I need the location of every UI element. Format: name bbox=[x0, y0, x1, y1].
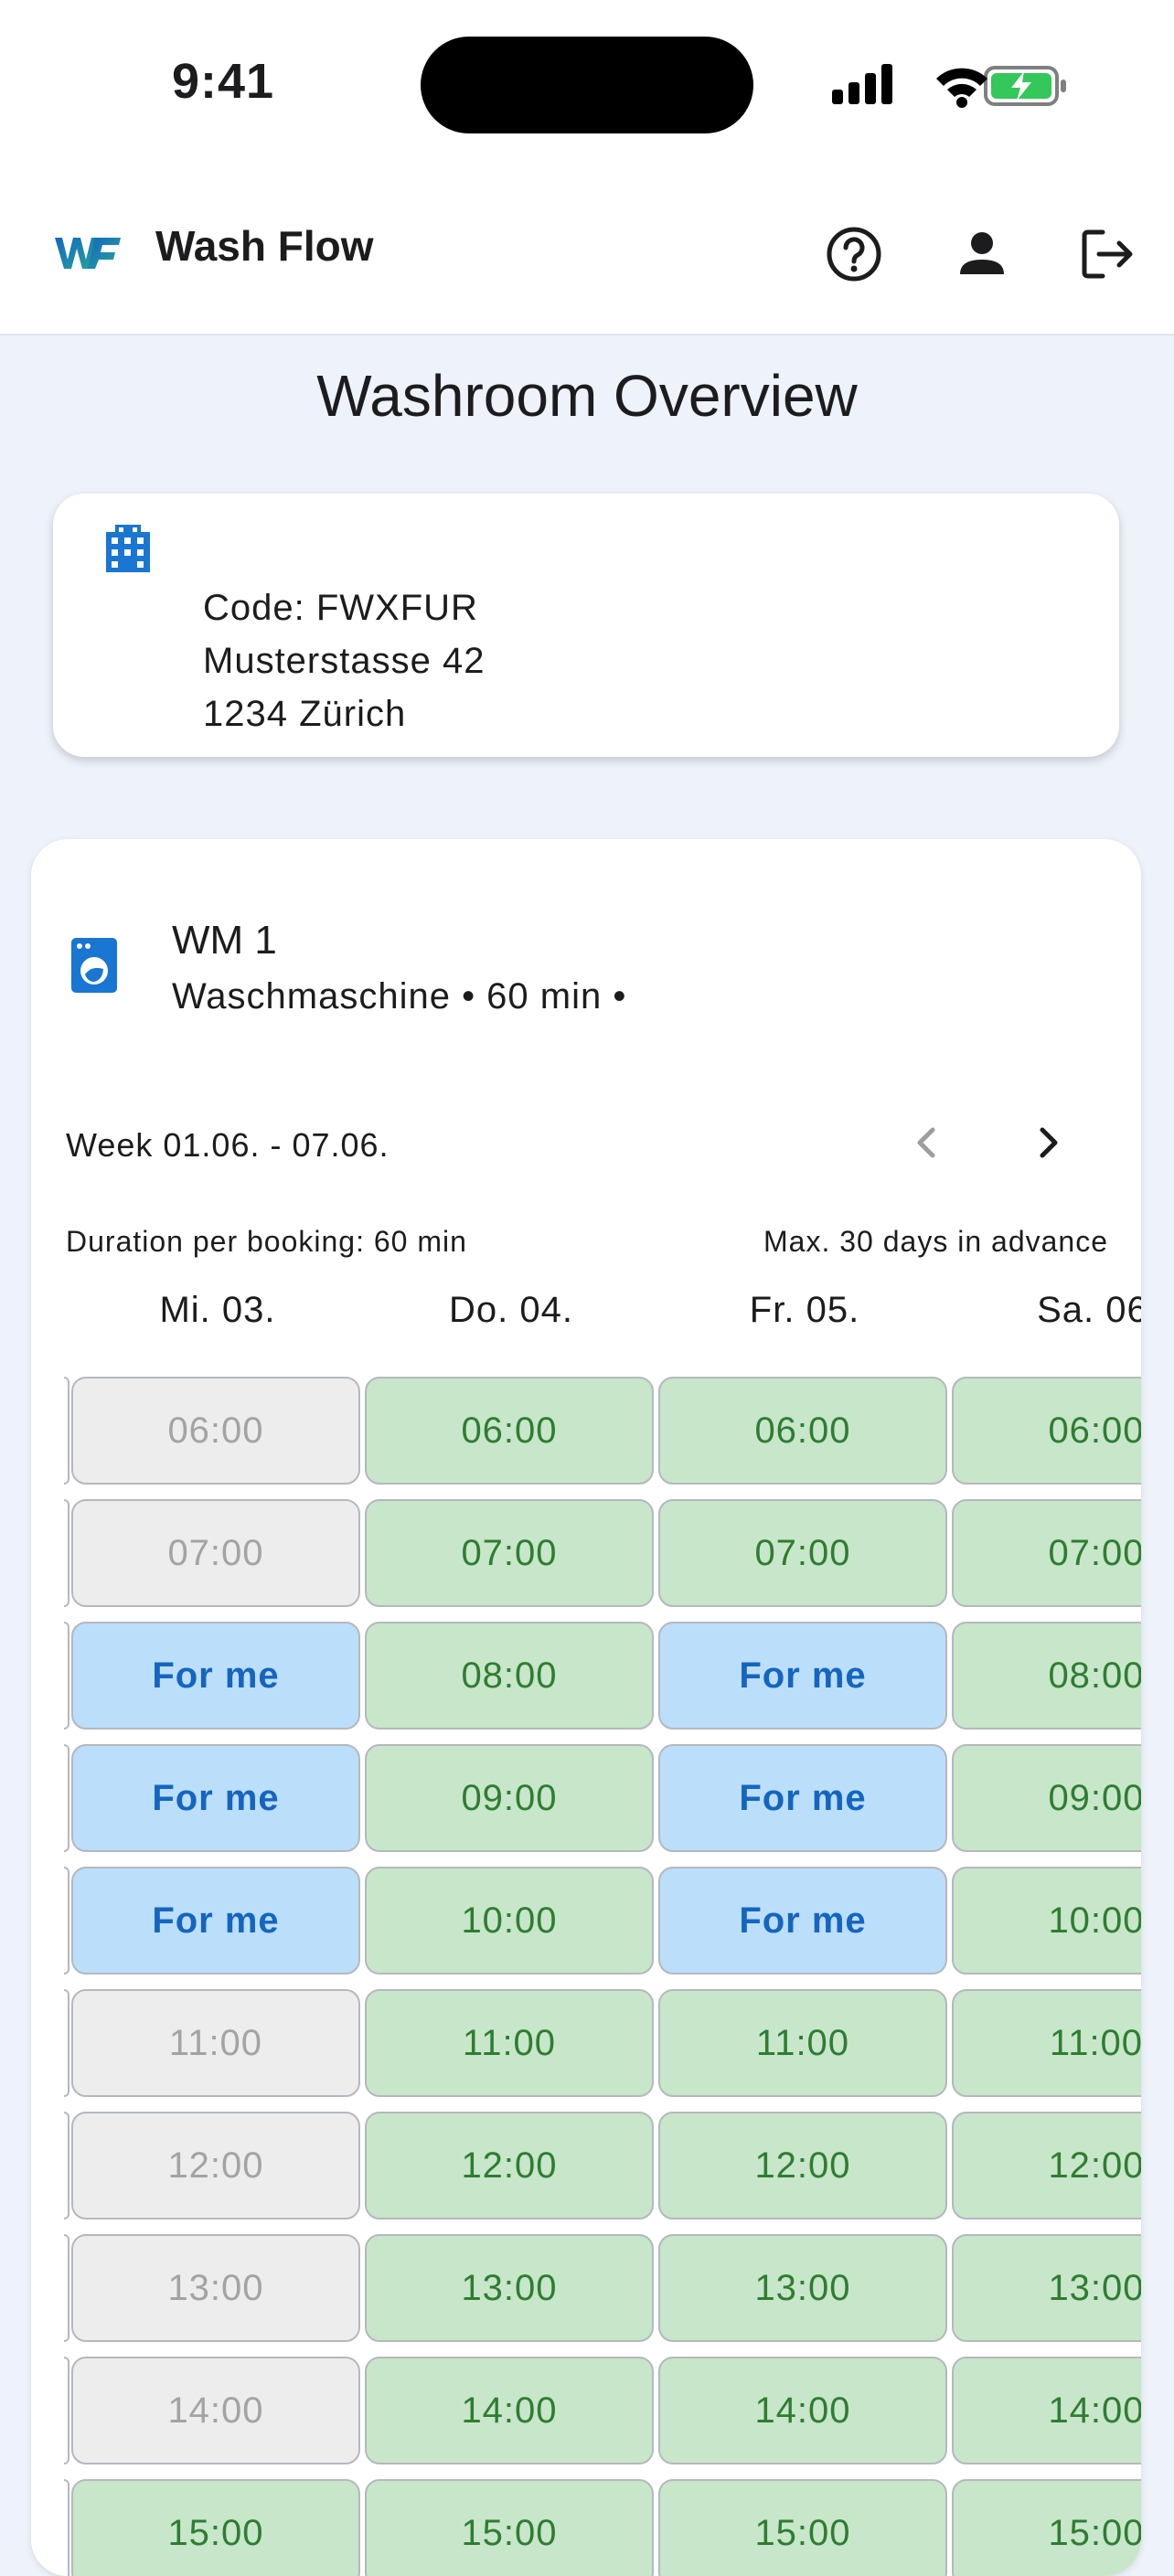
location-code: Code: FWXFUR bbox=[203, 588, 478, 628]
available-slot[interactable]: 11:00 bbox=[658, 1989, 947, 2097]
past-slot: 13:00 bbox=[71, 2234, 360, 2342]
previous-day-slot-edge bbox=[64, 1744, 69, 1852]
previous-day-slot-edge bbox=[64, 2112, 69, 2219]
day-column: Sa. 06. 06:00 07:00 08:00 09:00 10:00 11:00 12:… bbox=[952, 1278, 1141, 2576]
battery-icon bbox=[984, 66, 1066, 106]
available-slot[interactable]: 13:00 bbox=[365, 2234, 654, 2342]
available-slot[interactable]: 12:00 bbox=[365, 2112, 654, 2219]
available-slot[interactable]: 08:00 bbox=[365, 1622, 654, 1730]
available-slot[interactable]: 06:00 bbox=[365, 1377, 654, 1485]
past-slot: 06:00 bbox=[71, 1377, 360, 1485]
advance-note: Max. 30 days in advance bbox=[763, 1225, 1108, 1258]
previous-day-slot-edge bbox=[64, 1622, 69, 1730]
previous-day-slot-edge bbox=[64, 1989, 69, 2097]
status-bar: 9:41 bbox=[0, 0, 1174, 174]
help-circle-icon[interactable] bbox=[821, 221, 887, 287]
available-slot[interactable]: 11:00 bbox=[952, 1989, 1141, 2097]
logout-icon[interactable] bbox=[1075, 221, 1141, 287]
day-column: Mi. 03. 06:00 07:00 For me For me For me 11:00… bbox=[71, 1278, 364, 2576]
available-slot[interactable]: 14:00 bbox=[365, 2357, 654, 2464]
available-slot[interactable]: 06:00 bbox=[952, 1377, 1141, 1485]
past-slot: 12:00 bbox=[71, 2112, 360, 2219]
app-name: Wash Flow bbox=[155, 222, 374, 270]
available-slot[interactable]: 09:00 bbox=[952, 1744, 1141, 1852]
previous-day-slot-edge bbox=[64, 2357, 69, 2464]
available-slot[interactable]: 10:00 bbox=[952, 1867, 1141, 1975]
available-slot[interactable]: 07:00 bbox=[365, 1499, 654, 1607]
available-slot[interactable]: 14:00 bbox=[658, 2357, 947, 2464]
location-city: 1234 Zürich bbox=[203, 694, 407, 734]
available-slot[interactable]: 15:00 bbox=[658, 2479, 947, 2576]
location-card[interactable]: Code: FWXFUR Musterstasse 42 1234 Zürich bbox=[53, 494, 1119, 757]
dynamic-island bbox=[421, 37, 753, 133]
building-icon bbox=[102, 523, 154, 579]
duration-note: Duration per booking: 60 min bbox=[66, 1225, 467, 1258]
machine-card: WM 1 Waschmaschine • 60 min • Week 01.06… bbox=[31, 839, 1141, 2576]
available-slot[interactable]: 14:00 bbox=[952, 2357, 1141, 2464]
available-slot[interactable]: 07:00 bbox=[952, 1499, 1141, 1607]
available-slot[interactable]: 15:00 bbox=[365, 2479, 654, 2576]
my-booking-slot[interactable]: For me bbox=[658, 1867, 947, 1975]
past-slot: 11:00 bbox=[71, 1989, 360, 2097]
washing-machine-icon bbox=[69, 936, 119, 999]
machine-subtitle: Waschmaschine • 60 min • bbox=[172, 976, 627, 1017]
available-slot[interactable]: 15:00 bbox=[71, 2479, 360, 2576]
next-week-button[interactable] bbox=[1019, 1113, 1077, 1172]
my-booking-slot[interactable]: For me bbox=[71, 1622, 360, 1730]
week-label: Week 01.06. - 07.06. bbox=[66, 1126, 390, 1164]
available-slot[interactable]: 10:00 bbox=[365, 1867, 654, 1975]
available-slot[interactable]: 15:00 bbox=[952, 2479, 1141, 2576]
available-slot[interactable]: 13:00 bbox=[952, 2234, 1141, 2342]
status-icons bbox=[830, 62, 1068, 108]
wash-flow-logo[interactable] bbox=[55, 230, 121, 279]
available-slot[interactable]: 12:00 bbox=[952, 2112, 1141, 2219]
machine-name: WM 1 bbox=[172, 918, 277, 963]
available-slot[interactable]: 13:00 bbox=[658, 2234, 947, 2342]
day-header: Sa. 06. bbox=[1037, 1290, 1141, 1330]
wifi-icon bbox=[936, 68, 987, 108]
past-slot: 14:00 bbox=[71, 2357, 360, 2464]
app-bar: Wash Flow bbox=[0, 174, 1174, 335]
chevron-right-icon bbox=[1040, 1127, 1058, 1158]
previous-day-slot-edge bbox=[64, 2234, 69, 2342]
available-slot[interactable]: 06:00 bbox=[658, 1377, 947, 1485]
day-column: Do. 04. 06:00 07:00 08:00 09:00 10:00 11:00 12:… bbox=[365, 1278, 657, 2576]
my-booking-slot[interactable]: For me bbox=[658, 1622, 947, 1730]
previous-week-button[interactable] bbox=[898, 1113, 956, 1172]
past-slot: 07:00 bbox=[71, 1499, 360, 1607]
previous-day-slot-edge bbox=[64, 2479, 69, 2576]
day-header: Do. 04. bbox=[449, 1290, 573, 1330]
status-time: 9:41 bbox=[172, 54, 275, 109]
available-slot[interactable]: 07:00 bbox=[658, 1499, 947, 1607]
available-slot[interactable]: 11:00 bbox=[365, 1989, 654, 2097]
available-slot[interactable]: 09:00 bbox=[365, 1744, 654, 1852]
day-column: Fr. 05. 06:00 07:00 For me For me For me 11:00… bbox=[658, 1278, 951, 2576]
available-slot[interactable]: 12:00 bbox=[658, 2112, 947, 2219]
chevron-left-icon bbox=[917, 1127, 935, 1158]
day-header: Mi. 03. bbox=[159, 1290, 276, 1330]
previous-day-slot-edge bbox=[64, 1867, 69, 1975]
previous-day-slot-edge bbox=[64, 1499, 69, 1607]
my-booking-slot[interactable]: For me bbox=[71, 1744, 360, 1852]
booking-grid[interactable]: Mi. 03. 06:00 07:00 For me For me For me 11:00… bbox=[64, 1278, 1141, 2576]
previous-day-slot-edge bbox=[64, 1377, 69, 1485]
person-icon[interactable] bbox=[949, 221, 1015, 287]
available-slot[interactable]: 08:00 bbox=[952, 1622, 1141, 1730]
my-booking-slot[interactable]: For me bbox=[658, 1744, 947, 1852]
day-header: Fr. 05. bbox=[749, 1290, 860, 1330]
my-booking-slot[interactable]: For me bbox=[71, 1867, 360, 1975]
page-title: Washroom Overview bbox=[316, 363, 858, 429]
location-street: Musterstasse 42 bbox=[203, 641, 486, 681]
signal-icon bbox=[832, 64, 892, 104]
